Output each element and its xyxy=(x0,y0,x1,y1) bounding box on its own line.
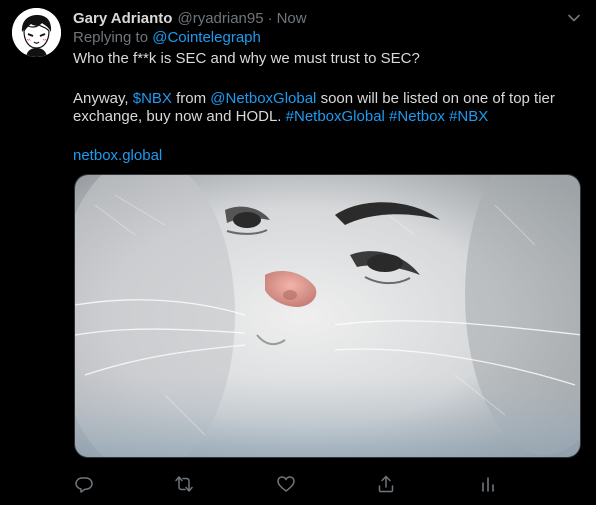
heart-icon[interactable] xyxy=(276,474,296,494)
user-handle[interactable]: @ryadrian95 xyxy=(177,10,263,27)
tweet[interactable]: Gary Adrianto @ryadrian95 · Now Replying… xyxy=(0,0,596,505)
hashtag-link[interactable]: #NBX xyxy=(449,108,488,125)
text-segment: soon will be listed on one of top tier xyxy=(316,90,555,107)
replying-to: Replying to @Cointelegraph xyxy=(73,29,261,46)
display-name[interactable]: Gary Adrianto xyxy=(73,10,172,27)
tweet-action-bar xyxy=(74,474,514,496)
mention-link[interactable]: @NetboxGlobal xyxy=(210,90,316,107)
tweet-text-line-1: Who the f**k is SEC and why we must trus… xyxy=(73,50,420,67)
tweet-media-image[interactable] xyxy=(74,174,581,458)
tweet-header: Gary Adrianto @ryadrian95 · Now xyxy=(73,8,307,28)
external-link[interactable]: netbox.global xyxy=(73,147,162,164)
replying-label: Replying to xyxy=(73,29,149,46)
avatar[interactable] xyxy=(12,8,61,57)
chevron-down-icon[interactable] xyxy=(566,10,582,26)
text-segment: from xyxy=(171,90,211,107)
tweet-text-line-2: Anyway, $NBX from @NetboxGlobal soon wil… xyxy=(73,89,555,109)
text-segment: Anyway, xyxy=(73,90,133,107)
separator-dot: · xyxy=(267,9,273,27)
reply-mention-link[interactable]: @Cointelegraph xyxy=(152,29,261,46)
retweet-icon[interactable] xyxy=(174,474,194,494)
cashtag-link[interactable]: $NBX xyxy=(133,90,172,107)
text-segment: exchange, buy now and HODL. xyxy=(73,108,286,125)
tweet-text-line-3: exchange, buy now and HODL. #NetboxGloba… xyxy=(73,107,488,127)
share-icon[interactable] xyxy=(376,474,396,494)
hashtag-link[interactable]: #NetboxGlobal xyxy=(286,108,385,125)
tweet-text-line-4: netbox.global xyxy=(73,146,162,166)
timestamp[interactable]: Now xyxy=(277,10,307,27)
reply-icon[interactable] xyxy=(74,474,94,494)
analytics-icon[interactable] xyxy=(478,474,498,494)
hashtag-link[interactable]: #Netbox xyxy=(389,108,445,125)
